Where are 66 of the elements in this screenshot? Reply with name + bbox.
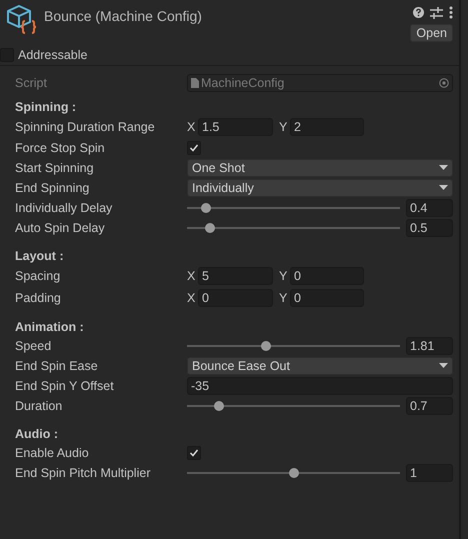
y-input-field[interactable]: 0 (290, 289, 364, 307)
field-label: End Spin Pitch Multiplier (15, 466, 152, 480)
slider-thumb[interactable] (205, 223, 216, 233)
checkmark-icon (189, 143, 199, 153)
dropdown[interactable]: Individually (187, 179, 453, 197)
number-field[interactable]: 0.5 (406, 219, 453, 237)
slider[interactable] (187, 466, 400, 480)
x-input-field[interactable]: 5 (198, 267, 273, 285)
slider[interactable] (187, 221, 400, 235)
field-label: Speed (15, 339, 52, 353)
field-label: Enable Audio (15, 446, 90, 460)
caret-icon (439, 185, 448, 191)
slider[interactable] (187, 201, 400, 215)
script-field: MachineConfig (187, 74, 453, 92)
section-header: Audio : (15, 426, 60, 443)
slider-thumb[interactable] (288, 468, 298, 478)
slider[interactable] (187, 399, 400, 413)
y-axis-label: Y (279, 269, 288, 283)
number-field[interactable]: 0.7 (406, 397, 453, 415)
section-header: Spinning : (15, 99, 78, 116)
x-input-field[interactable]: 1.5 (198, 118, 273, 136)
caret-icon (439, 363, 448, 369)
number-field[interactable]: 1.81 (406, 337, 453, 355)
slider-thumb[interactable] (260, 341, 271, 351)
field-label: End Spin Y Offset (15, 379, 115, 393)
settings-sliders-icon[interactable] (430, 6, 443, 18)
field-label: Auto Spin Delay (15, 221, 106, 235)
x-input-field[interactable]: 0 (198, 289, 273, 307)
field-label: End Spinning (15, 181, 90, 195)
number-field[interactable]: 0.4 (406, 199, 453, 217)
field-label: Duration (15, 399, 64, 413)
checkbox[interactable] (187, 446, 201, 460)
addressable-label: Addressable (18, 48, 88, 62)
script-asset-icon (5, 3, 37, 37)
checkmark-icon (189, 448, 199, 458)
window-title: Bounce (Machine Config) (44, 8, 203, 26)
field-label: Start Spinning (15, 161, 95, 175)
y-input-field[interactable]: 0 (290, 267, 364, 285)
dropdown[interactable]: Bounce Ease Out (187, 357, 453, 375)
field-label: Script (15, 76, 48, 90)
field-label: Padding (15, 291, 62, 305)
slider-thumb[interactable] (214, 401, 224, 411)
help-icon[interactable] (413, 7, 424, 18)
x-axis-label: X (187, 269, 196, 283)
slider-thumb[interactable] (201, 203, 212, 213)
field-label: End Spin Ease (15, 359, 99, 373)
field-label: Force Stop Spin (15, 141, 106, 155)
field-label: Individually Delay (15, 201, 114, 215)
number-field[interactable]: -35 (187, 377, 453, 395)
field-label: Spacing (15, 269, 62, 283)
checkbox[interactable] (187, 141, 201, 155)
section-header: Animation : (15, 319, 85, 336)
x-axis-label: X (187, 291, 196, 305)
file-icon (191, 78, 199, 88)
more-icon[interactable] (449, 6, 453, 19)
y-axis-label: Y (279, 291, 288, 305)
field-label: Spinning Duration Range (15, 120, 156, 134)
y-input-field[interactable]: 2 (290, 118, 364, 136)
slider[interactable] (187, 339, 400, 353)
x-axis-label: X (187, 120, 196, 134)
caret-icon (439, 165, 448, 171)
dropdown[interactable]: One Shot (187, 159, 453, 177)
section-header: Layout : (15, 248, 65, 265)
number-field[interactable]: 1 (406, 464, 453, 482)
y-axis-label: Y (279, 120, 288, 134)
open-button[interactable]: Open (410, 24, 453, 42)
